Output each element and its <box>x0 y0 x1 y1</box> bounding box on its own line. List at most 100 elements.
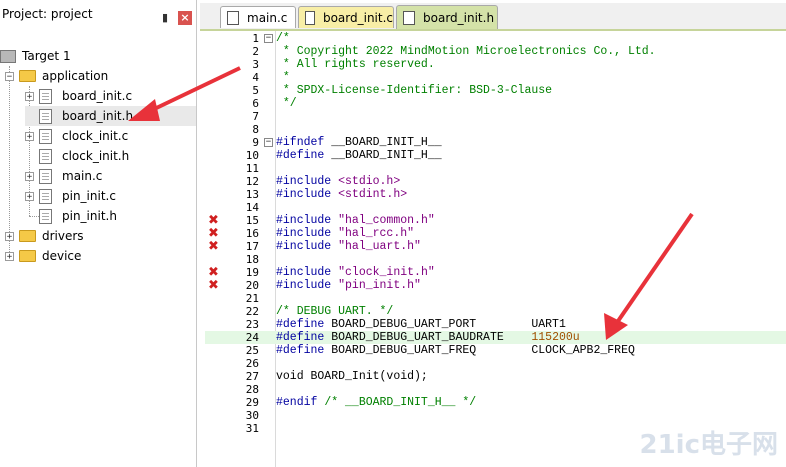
tab-board-init-c[interactable]: board_init.c <box>298 6 394 28</box>
tree-item-label: drivers <box>42 229 84 243</box>
tab-main-c[interactable]: main.c <box>220 6 296 28</box>
code-text: #define BOARD_DEBUG_UART_BAUDRATE 115200… <box>276 331 580 344</box>
tree-item-file[interactable]: clock_init.h <box>25 146 129 166</box>
line-number: 9 <box>252 136 259 149</box>
fold-toggle-icon[interactable]: − <box>264 138 273 147</box>
code-line[interactable]: ✖ 17 #include "hal_uart.h" <box>205 240 786 253</box>
code-line[interactable]: 11 <box>205 162 786 175</box>
code-line[interactable]: 6 */ <box>205 97 786 110</box>
tab-label: main.c <box>247 10 288 25</box>
code-line[interactable]: 5 * SPDX-License-Identifier: BSD-3-Claus… <box>205 84 786 97</box>
expand-icon[interactable]: + <box>25 131 34 141</box>
line-number: 21 <box>245 292 259 305</box>
tab-label: board_init.c <box>322 10 393 25</box>
code-line[interactable]: 1−/* <box>205 32 786 45</box>
code-text: #include "hal_common.h" <box>276 214 435 227</box>
line-number: 18 <box>245 253 259 266</box>
tree-item-file[interactable]: + board_init.c <box>25 86 132 106</box>
line-number: 26 <box>245 357 259 370</box>
tree-item-label: board_init.c <box>62 89 133 103</box>
line-number: 2 <box>252 45 259 58</box>
code-text: #define BOARD_DEBUG_UART_FREQ CLOCK_APB2… <box>276 344 635 357</box>
code-line[interactable]: ✖ 16 #include "hal_rcc.h" <box>205 227 786 240</box>
code-line[interactable]: ✖ 20 #include "pin_init.h" <box>205 279 786 292</box>
code-text: #ifndef __BOARD_INIT_H__ <box>276 136 442 149</box>
tree-item-label: pin_init.c <box>62 189 116 203</box>
code-line[interactable]: 21 <box>205 292 786 305</box>
code-line[interactable]: 12 #include <stdio.h> <box>205 175 786 188</box>
line-number: 28 <box>245 383 259 396</box>
code-line[interactable]: ✖ 15 #include "hal_common.h" <box>205 214 786 227</box>
line-number: 4 <box>252 71 259 84</box>
error-icon: ✖ <box>208 239 219 254</box>
tree-item-group-device[interactable]: + device <box>5 246 81 266</box>
target-icon <box>0 49 16 63</box>
fold-toggle-icon[interactable]: − <box>264 34 273 43</box>
tree-item-label: clock_init.h <box>62 149 130 163</box>
close-icon[interactable]: × <box>178 11 192 25</box>
tree-item-file[interactable]: pin_init.h <box>25 206 117 226</box>
code-text: * <box>276 71 290 84</box>
file-icon <box>39 168 52 184</box>
pin-icon[interactable]: ▮ <box>162 11 168 24</box>
tree-item-group-drivers[interactable]: + drivers <box>5 226 84 246</box>
code-line[interactable]: ✖ 19 #include "clock_init.h" <box>205 266 786 279</box>
code-line[interactable]: 2 * Copyright 2022 MindMotion Microelect… <box>205 45 786 58</box>
code-line[interactable]: 10 #define __BOARD_INIT_H__ <box>205 149 786 162</box>
expand-icon[interactable]: + <box>5 231 14 241</box>
expand-icon[interactable]: + <box>25 171 34 181</box>
code-line[interactable]: 4 * <box>205 71 786 84</box>
code-text: * Copyright 2022 MindMotion Microelectro… <box>276 45 656 58</box>
code-line[interactable]: 30 <box>205 409 786 422</box>
tree-item-target[interactable]: Target 1 <box>0 46 71 66</box>
code-text: * All rights reserved. <box>276 58 435 71</box>
code-line[interactable]: 7 <box>205 110 786 123</box>
code-line[interactable]: 8 <box>205 123 786 136</box>
code-line[interactable]: 29 #endif /* __BOARD_INIT_H__ */ <box>205 396 786 409</box>
expand-icon[interactable]: + <box>25 91 34 101</box>
error-icon: ✖ <box>208 278 219 293</box>
file-icon <box>39 208 52 224</box>
code-line[interactable]: 26 <box>205 357 786 370</box>
code-text: /* <box>276 32 290 45</box>
code-editor[interactable]: 1−/* 2 * Copyright 2022 MindMotion Microe… <box>205 31 786 467</box>
code-line[interactable]: 18 <box>205 253 786 266</box>
tree-item-label: device <box>42 249 82 263</box>
code-line[interactable]: 3 * All rights reserved. <box>205 58 786 71</box>
code-line[interactable]: 14 <box>205 201 786 214</box>
tab-board-init-h[interactable]: board_init.h <box>396 5 498 29</box>
code-line[interactable]: 25 #define BOARD_DEBUG_UART_FREQ CLOCK_AP… <box>205 344 786 357</box>
line-number: 6 <box>252 97 259 110</box>
expand-icon[interactable]: + <box>25 191 34 201</box>
tree-item-file[interactable]: + pin_init.c <box>25 186 116 206</box>
tree-item-label: main.c <box>62 169 103 183</box>
code-line[interactable]: 13 #include <stdint.h> <box>205 188 786 201</box>
tree-item-group-application[interactable]: − application <box>5 66 108 86</box>
code-line[interactable]: 27 void BOARD_Init(void); <box>205 370 786 383</box>
code-text: /* DEBUG UART. */ <box>276 305 394 318</box>
expand-icon[interactable]: + <box>5 251 14 261</box>
file-icon <box>39 148 52 164</box>
line-number: 22 <box>245 305 259 318</box>
file-icon <box>305 10 315 25</box>
line-number: 10 <box>245 149 259 162</box>
code-text: #include <stdint.h> <box>276 188 408 201</box>
line-number: 8 <box>252 123 259 136</box>
code-line[interactable]: 22 /* DEBUG UART. */ <box>205 305 786 318</box>
code-line[interactable]: 9− #ifndef __BOARD_INIT_H__ <box>205 136 786 149</box>
line-number: 7 <box>252 110 259 123</box>
code-text: #include "hal_rcc.h" <box>276 227 415 240</box>
code-line[interactable]: 24 #define BOARD_DEBUG_UART_BAUDRATE 1152… <box>205 331 786 344</box>
tree-item-file[interactable]: + main.c <box>25 166 102 186</box>
code-line[interactable]: 28 <box>205 383 786 396</box>
tree-item-file-selected[interactable]: board_init.h <box>25 106 196 126</box>
watermark: 21ic电子网 <box>639 430 778 460</box>
line-number: 19 <box>245 266 259 279</box>
folder-open-icon <box>19 70 36 82</box>
line-number: 27 <box>245 370 259 383</box>
code-line[interactable]: 23 #define BOARD_DEBUG_UART_PORT UART1 <box>205 318 786 331</box>
line-number: 5 <box>252 84 259 97</box>
project-panel-title: Project: project <box>2 7 93 21</box>
tree-item-file[interactable]: + clock_init.c <box>25 126 128 146</box>
collapse-icon[interactable]: − <box>5 71 14 81</box>
